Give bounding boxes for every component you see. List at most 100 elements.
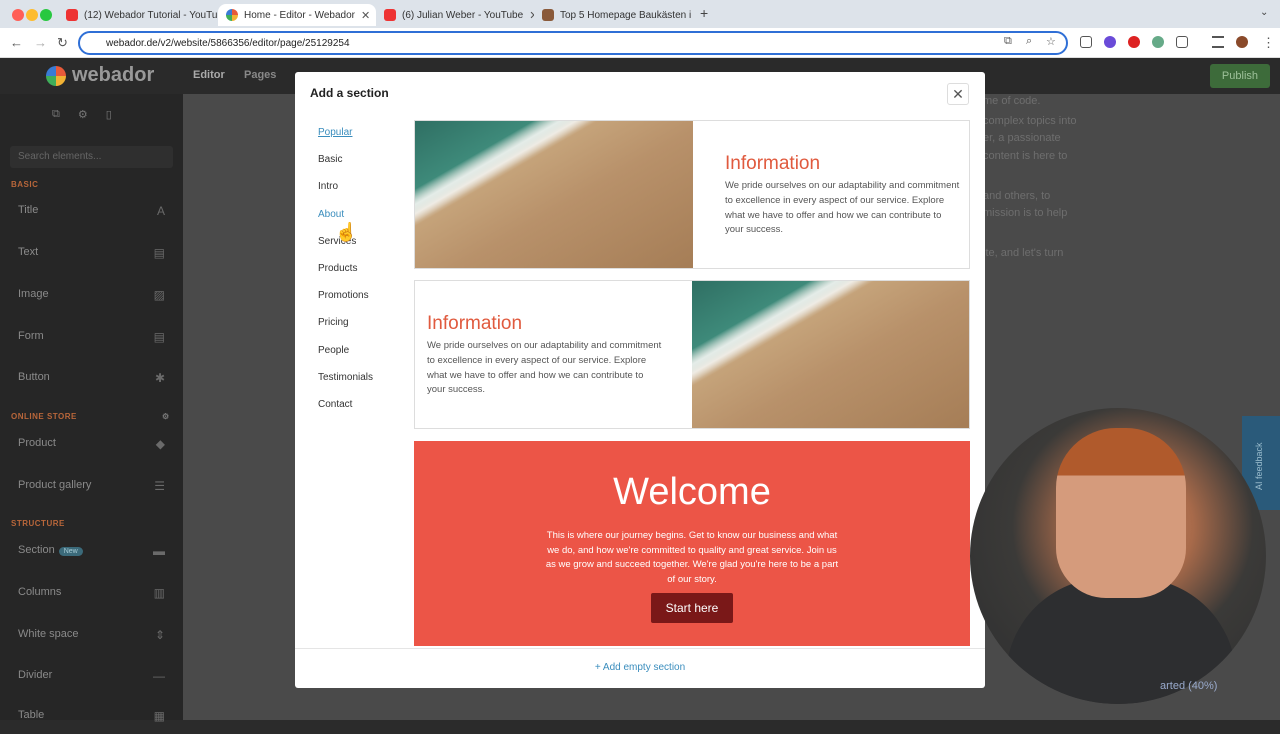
bg-text: and others, to bbox=[983, 190, 1051, 202]
youtube-icon bbox=[384, 9, 396, 21]
start-here-button[interactable]: Start here bbox=[651, 593, 733, 623]
preview-body: This is where our journey begins. Get to… bbox=[545, 530, 839, 586]
browser-tab-active[interactable]: Home - Editor - Webador ✕ bbox=[218, 4, 376, 26]
mobile-icon[interactable]: ▯ bbox=[106, 108, 112, 121]
publish-button[interactable]: Publish bbox=[1209, 64, 1270, 88]
progress-badge: arted (40%) bbox=[1160, 680, 1218, 692]
browser-tab[interactable]: Top 5 Homepage Baukästen i ✕ bbox=[534, 4, 692, 26]
nav-editor[interactable]: Editor bbox=[193, 69, 225, 81]
category-popular[interactable]: Popular bbox=[318, 126, 373, 153]
bookmark-star-icon[interactable]: ☆ bbox=[1046, 35, 1056, 48]
preview-heading: Welcome bbox=[613, 471, 771, 513]
element-image[interactable]: Image ▨ bbox=[10, 279, 173, 313]
webador-logo[interactable]: webador bbox=[46, 64, 154, 87]
url-field[interactable]: webador.de/v2/website/5866356/editor/pag… bbox=[78, 31, 1068, 55]
section-preview-card[interactable]: Information We pride ourselves on our ad… bbox=[414, 120, 970, 269]
columns-icon: ▥ bbox=[153, 586, 165, 600]
puzzle-icon[interactable] bbox=[1176, 36, 1188, 48]
sidepanel-icon[interactable] bbox=[1212, 36, 1224, 48]
sidebar-tools: ⧉ ⚙ ▯ bbox=[52, 108, 112, 121]
page-icon bbox=[542, 9, 554, 21]
title-icon: A bbox=[156, 204, 165, 218]
zoom-icon[interactable]: ⌕ bbox=[1026, 35, 1032, 48]
section-preview-card-welcome[interactable]: Welcome This is where our journey begins… bbox=[414, 441, 970, 646]
install-icon[interactable]: ⧉ bbox=[1004, 35, 1012, 48]
search-elements-input[interactable]: Search elements... bbox=[10, 146, 173, 168]
list-icon: ☰ bbox=[154, 479, 165, 493]
gear-icon[interactable]: ⚙ bbox=[162, 412, 170, 421]
reload-icon[interactable]: ↻ bbox=[57, 35, 68, 51]
gear-icon[interactable]: ⚙ bbox=[78, 108, 88, 121]
category-pricing[interactable]: Pricing bbox=[318, 316, 373, 343]
white-space-icon: ⇕ bbox=[154, 628, 165, 642]
external-link-icon[interactable]: ⧉ bbox=[52, 108, 60, 121]
form-icon: ▤ bbox=[153, 330, 165, 344]
element-product[interactable]: Product ◆ bbox=[10, 428, 173, 462]
close-tab-icon[interactable]: ✕ bbox=[361, 9, 370, 22]
preview-heading: Information bbox=[725, 153, 821, 174]
category-label: STRUCTURE bbox=[11, 519, 65, 528]
preview-body: We pride ourselves on our adaptability a… bbox=[725, 180, 960, 236]
element-table[interactable]: Table ▦ bbox=[10, 700, 173, 734]
chevron-down-icon[interactable]: ⌄ bbox=[1260, 7, 1268, 18]
extension-icon[interactable] bbox=[1080, 36, 1092, 48]
nav-pages[interactable]: Pages bbox=[244, 69, 276, 81]
preview-body: We pride ourselves on our adaptability a… bbox=[427, 340, 662, 396]
element-form[interactable]: Form ▤ bbox=[10, 321, 173, 355]
beach-image bbox=[692, 281, 969, 428]
profile-avatar[interactable] bbox=[1236, 36, 1248, 48]
category-promotions[interactable]: Promotions bbox=[318, 289, 373, 316]
bg-text: er, a passionate bbox=[983, 132, 1061, 144]
modal-title: Add a section bbox=[310, 86, 389, 100]
category-products[interactable]: Products bbox=[318, 262, 373, 289]
element-product-gallery[interactable]: Product gallery ☰ bbox=[10, 470, 173, 504]
section-icon: ▬ bbox=[153, 544, 165, 558]
category-label: BASIC bbox=[11, 180, 39, 189]
add-section-modal: Add a section ✕ Popular Basic Intro Abou… bbox=[295, 72, 985, 688]
category-testimonials[interactable]: Testimonials bbox=[318, 371, 373, 398]
add-empty-section-button[interactable]: + Add empty section bbox=[295, 648, 985, 688]
bg-text: mission is to help bbox=[983, 207, 1068, 219]
element-section[interactable]: Section New ▬ bbox=[10, 535, 173, 569]
close-button[interactable]: ✕ bbox=[947, 83, 969, 105]
minimize-window-icon[interactable] bbox=[26, 9, 38, 21]
button-icon: ✱ bbox=[154, 371, 165, 385]
webador-logo-icon bbox=[46, 65, 66, 86]
new-badge: New bbox=[58, 547, 83, 556]
text-icon: ▤ bbox=[153, 246, 165, 260]
browser-tab[interactable]: (6) Julian Weber - YouTube ✕ bbox=[376, 4, 534, 26]
element-columns[interactable]: Columns ▥ bbox=[10, 577, 173, 611]
element-text[interactable]: Text ▤ bbox=[10, 237, 173, 271]
close-window-icon[interactable] bbox=[12, 9, 24, 21]
category-people[interactable]: People bbox=[318, 344, 373, 371]
forward-icon[interactable]: → bbox=[34, 35, 47, 50]
extension-icon[interactable] bbox=[1128, 36, 1140, 48]
section-preview-card[interactable]: Information We pride ourselves on our ad… bbox=[414, 280, 970, 429]
element-white-space[interactable]: White space ⇕ bbox=[10, 619, 173, 653]
webcam-overlay bbox=[970, 408, 1266, 704]
extension-icon[interactable] bbox=[1152, 36, 1164, 48]
bg-text: complex topics into bbox=[983, 115, 1077, 127]
element-button[interactable]: Button ✱ bbox=[10, 362, 173, 396]
element-title[interactable]: Title A bbox=[10, 195, 173, 229]
element-divider[interactable]: Divider — bbox=[10, 660, 173, 694]
browser-tab[interactable]: (12) Webador Tutorial - YouTube ✕ bbox=[58, 4, 218, 26]
image-icon: ▨ bbox=[153, 288, 165, 302]
maximize-window-icon[interactable] bbox=[40, 9, 52, 21]
menu-dots-icon[interactable]: ⋮ bbox=[1262, 35, 1275, 51]
extension-icon[interactable] bbox=[1104, 36, 1116, 48]
hand-cursor-icon: ☝ bbox=[335, 222, 358, 242]
new-tab-icon[interactable]: + bbox=[700, 5, 708, 21]
youtube-icon bbox=[66, 9, 78, 21]
section-previews: Information We pride ourselves on our ad… bbox=[414, 120, 970, 646]
browser-tab-bar: (12) Webador Tutorial - YouTube ✕ Home -… bbox=[0, 0, 1280, 28]
bg-text: me of code. bbox=[983, 95, 1041, 107]
category-contact[interactable]: Contact bbox=[318, 398, 373, 425]
back-icon[interactable]: ← bbox=[10, 35, 23, 50]
divider-icon: — bbox=[153, 669, 165, 683]
address-bar-row: ← → ↻ webador.de/v2/website/5866356/edit… bbox=[0, 28, 1280, 58]
category-basic[interactable]: Basic bbox=[318, 153, 373, 180]
category-intro[interactable]: Intro bbox=[318, 180, 373, 207]
category-label: ONLINE STORE bbox=[11, 412, 77, 421]
elements-sidebar: ⧉ ⚙ ▯ Search elements... BASIC Title A Te… bbox=[0, 94, 183, 723]
